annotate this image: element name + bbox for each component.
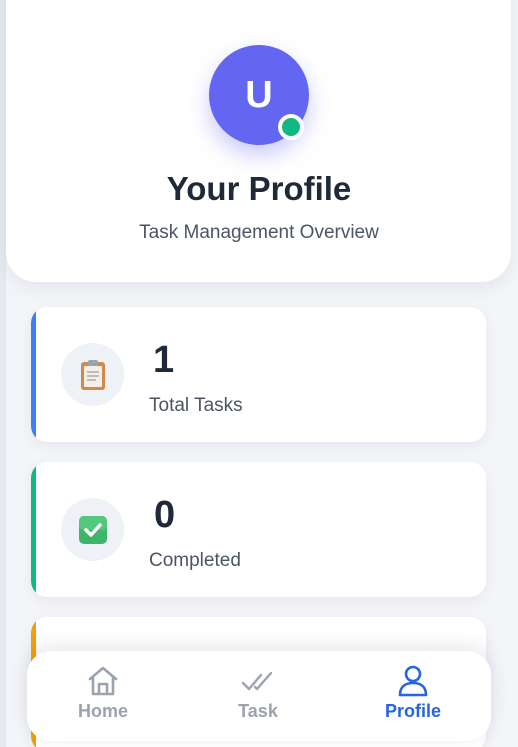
- clipboard-icon: [61, 343, 124, 406]
- stat-label: Completed: [149, 550, 241, 571]
- page-title: Your Profile: [166, 170, 352, 207]
- nav-item-home[interactable]: Home: [43, 665, 163, 729]
- stat-card-total-tasks[interactable]: 1 Total Tasks: [31, 307, 486, 442]
- stat-accent-bar: [31, 462, 36, 597]
- online-status-dot: [278, 114, 304, 140]
- page-subtitle: Task Management Overview: [139, 222, 379, 243]
- nav-label-home: Home: [77, 701, 128, 721]
- stat-value: 1: [153, 339, 175, 381]
- home-icon: [86, 665, 120, 697]
- nav-item-profile[interactable]: Profile: [353, 665, 473, 729]
- bottom-nav: Home Task Profile: [27, 651, 491, 741]
- user-icon: [396, 665, 430, 697]
- stat-label: Total Tasks: [149, 395, 243, 416]
- stat-accent-bar: [31, 307, 36, 442]
- stat-card-completed[interactable]: 0 Completed: [31, 462, 486, 597]
- double-check-icon: [241, 665, 275, 697]
- stat-value: 0: [154, 494, 176, 536]
- nav-label-profile: Profile: [384, 701, 441, 721]
- avatar-initial: U: [245, 73, 273, 116]
- nav-item-task[interactable]: Task: [198, 665, 318, 729]
- nav-label-task: Task: [238, 701, 278, 721]
- check-box-icon: [61, 498, 124, 561]
